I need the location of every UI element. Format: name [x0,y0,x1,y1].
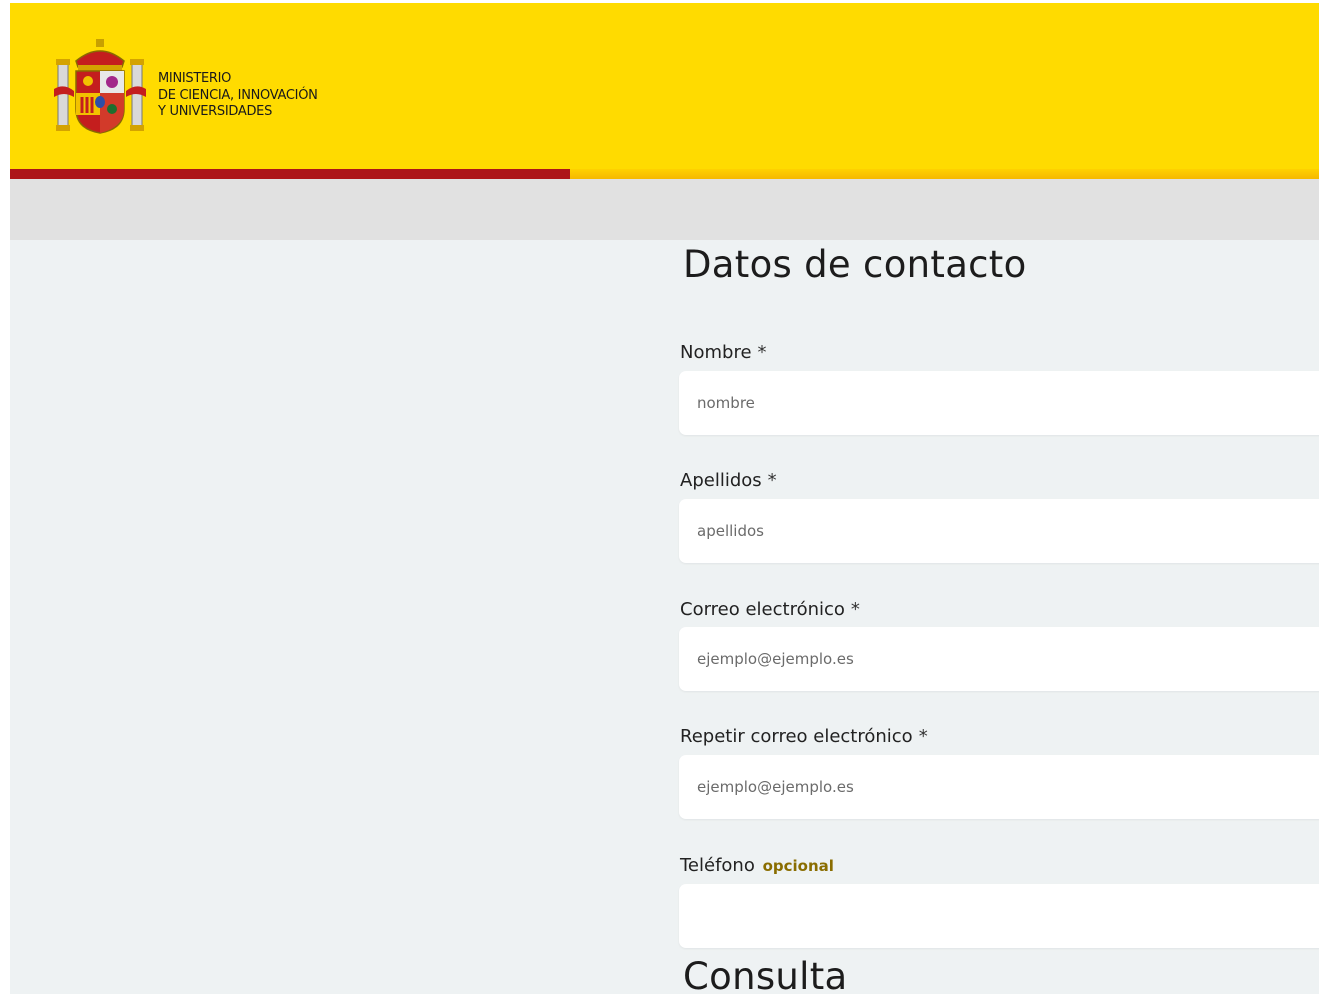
repeat-email-label: Repetir correo electrónico * [680,726,928,747]
required-marker: * [850,599,860,620]
ministry-line-3: Y UNIVERSIDADES [158,104,273,119]
repeat-email-input[interactable] [679,755,1319,819]
required-marker: * [918,726,928,747]
header-stripe-red [10,169,570,179]
ministry-line-2: DE CIENCIA, INNOVACIÓN [158,87,318,103]
page: MINISTERIO DE CIENCIA, INNOVACIÓN Y UNIV… [10,3,1319,994]
subnav-bar [10,179,1319,240]
header-stripe-yellow [570,169,1319,179]
apellidos-input[interactable] [679,499,1319,563]
telefono-label: Teléfono opcional [680,855,834,876]
coat-of-arms-icon[interactable] [54,39,146,135]
ministry-line-1: MINISTERIO [158,71,232,86]
apellidos-label: Apellidos * [680,470,777,491]
telefono-label-text: Teléfono [680,855,755,876]
email-input[interactable] [679,627,1319,691]
email-label: Correo electrónico * [680,599,860,620]
consulta-section-title: Consulta [683,955,848,994]
repeat-email-label-text: Repetir correo electrónico [680,726,913,747]
site-header: MINISTERIO DE CIENCIA, INNOVACIÓN Y UNIV… [10,3,1319,169]
email-label-text: Correo electrónico [680,599,845,620]
contact-section-title: Datos de contacto [683,243,1027,286]
nombre-label: Nombre * [680,342,767,363]
telefono-input[interactable] [679,884,1319,948]
ministry-name: MINISTERIO DE CIENCIA, INNOVACIÓN Y UNIV… [158,71,318,121]
nombre-input[interactable] [679,371,1319,435]
optional-marker: opcional [762,857,834,875]
required-marker: * [757,342,767,363]
required-marker: * [767,470,777,491]
nombre-label-text: Nombre [680,342,752,363]
apellidos-label-text: Apellidos [680,470,762,491]
